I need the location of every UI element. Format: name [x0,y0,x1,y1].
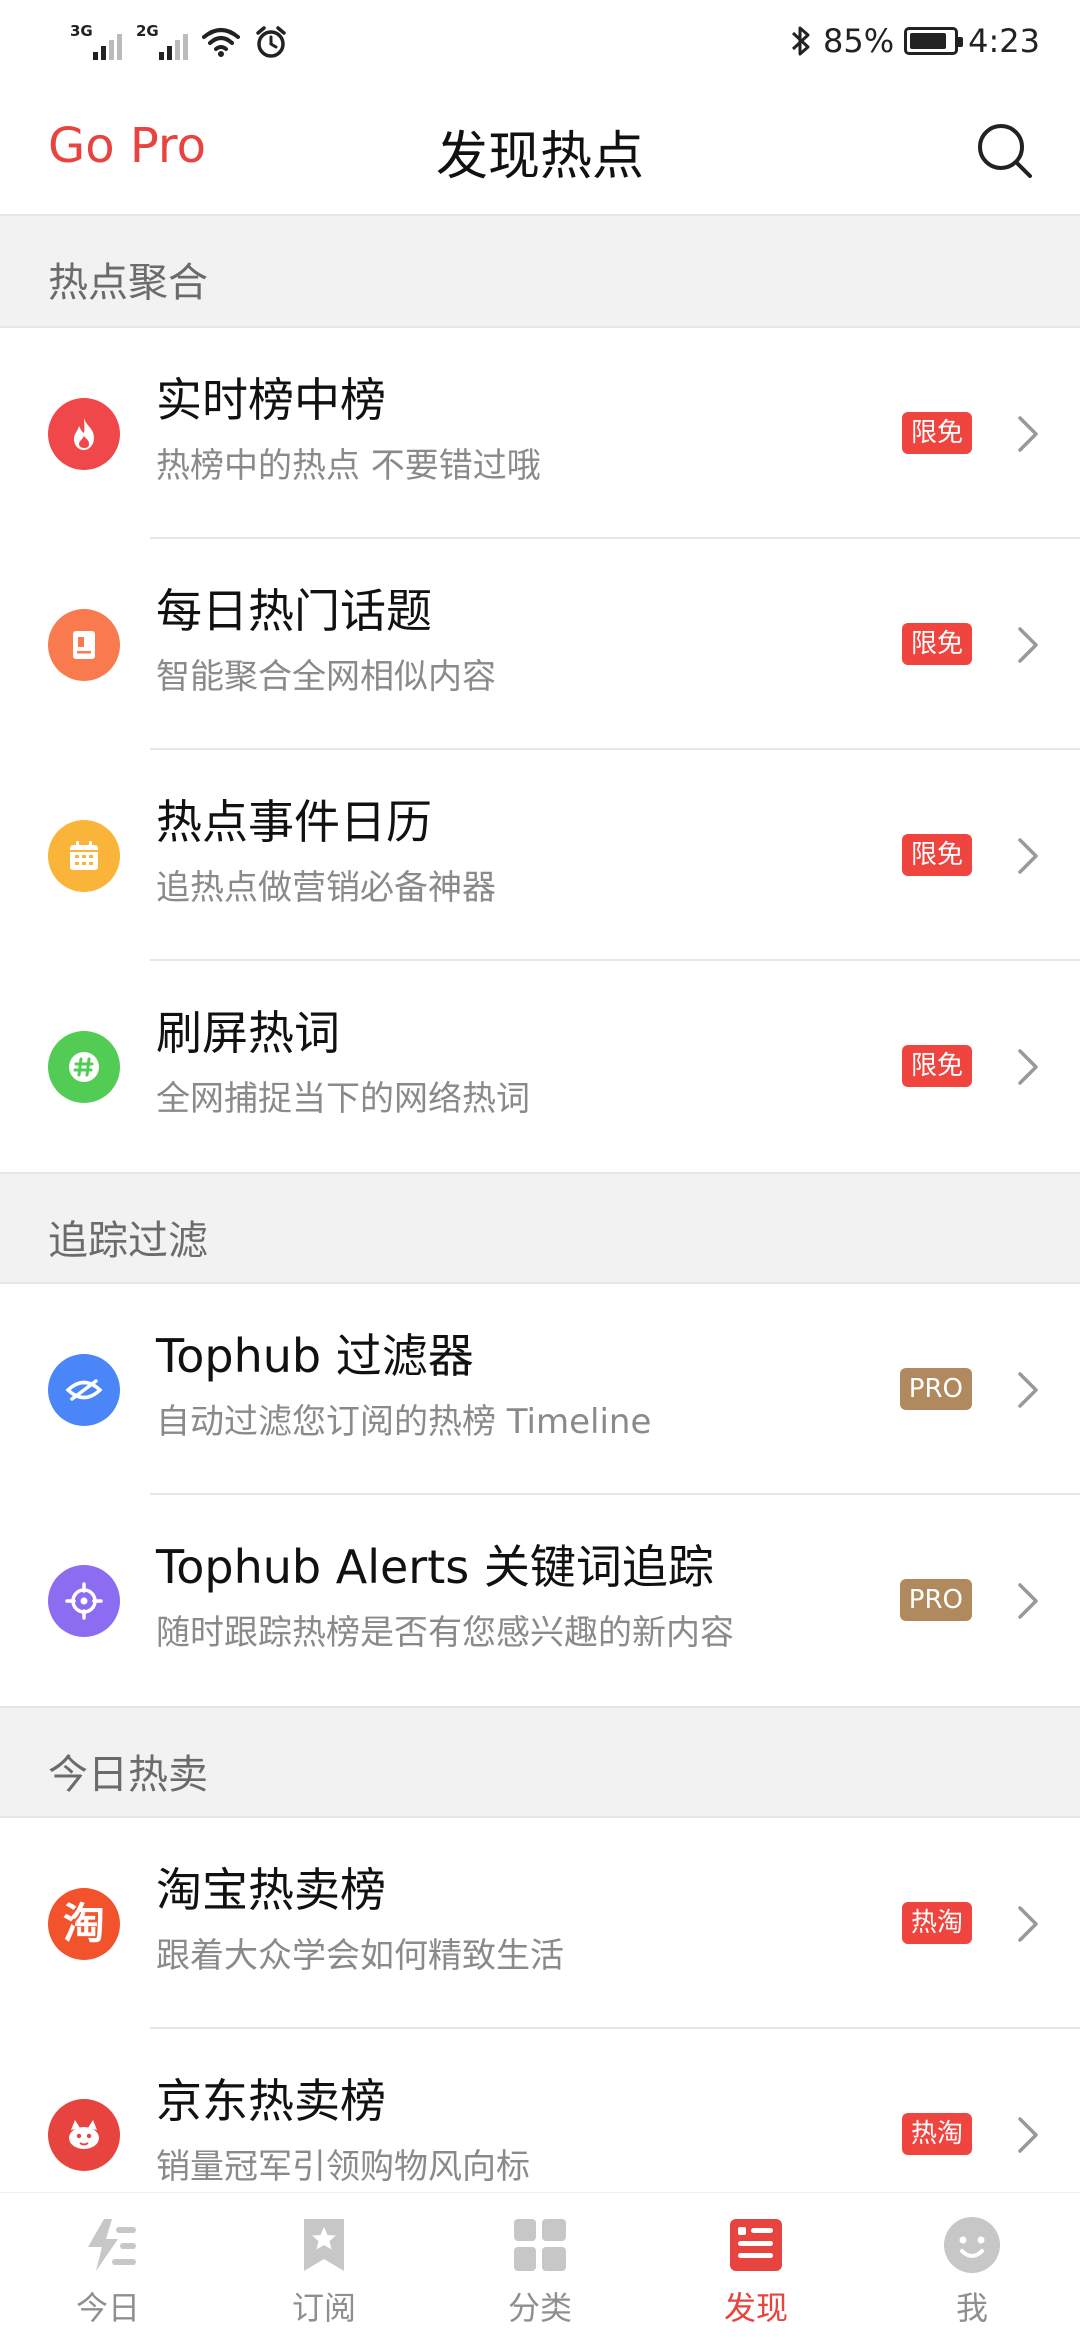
alarm-icon [256,26,286,58]
star-bookmark-icon [304,2219,344,2271]
hashtag-icon [48,1031,120,1103]
pro-badge: PRO [899,1368,972,1410]
item-subtitle: 全网捕捉当下的网络热词 [156,1079,530,1119]
chevron-right-icon [1018,2117,1038,2153]
chevron-right-icon [1018,416,1038,452]
item-title: 刷屏热词 [156,1006,340,1060]
search-icon[interactable] [970,116,1040,186]
item-title: Tophub Alerts 关键词追踪 [156,1540,714,1594]
section-title: 追踪过滤 [48,1218,208,1264]
free-badge: 限免 [901,412,972,454]
tab-me[interactable]: 我 [864,2193,1080,2340]
flame-icon [48,398,120,470]
section-title: 热点聚合 [48,260,208,306]
eye-off-icon [48,1354,120,1426]
cellular-3g-icon: 3G [70,22,122,62]
list-item-jd-hot[interactable]: 京东热卖榜 销量冠军引领购物风向标 热淘 [0,2029,1080,2192]
section-title: 今日热卖 [48,1752,208,1798]
status-bar: 3G 2G 85% 4:23 [0,0,1080,88]
tab-label: 我 [955,2289,988,2327]
today-icon [88,2219,136,2271]
chevron-right-icon [1018,1583,1038,1619]
item-subtitle: 随时跟踪热榜是否有您感兴趣的新内容 [156,1613,734,1653]
taobao-icon: 淘 [48,1888,120,1960]
item-title: 实时榜中榜 [156,373,386,427]
list-item-realtime-chart[interactable]: 实时榜中榜 热榜中的热点 不要错过哦 限免 [0,328,1080,539]
tab-label: 订阅 [291,2289,356,2327]
list-item-daily-topics[interactable]: 每日热门话题 智能聚合全网相似内容 限免 [0,539,1080,750]
hot-badge: 热淘 [901,1902,972,1944]
chevron-right-icon [1018,627,1038,663]
list-item-taobao-hot[interactable]: 淘 淘宝热卖榜 跟着大众学会如何精致生活 热淘 [0,1818,1080,2029]
chevron-right-icon [1018,1049,1038,1085]
hot-badge: 热淘 [901,2113,972,2155]
cellular-2g-icon: 2G [136,22,188,62]
pro-badge: PRO [899,1579,972,1621]
item-title: 每日热门话题 [156,584,432,638]
item-title: 淘宝热卖榜 [156,1863,386,1917]
tab-discover[interactable]: 发现 [648,2193,864,2340]
smile-avatar-icon [944,2217,1000,2273]
target-icon [48,1565,120,1637]
section-header-hot-aggregation: 热点聚合 [0,216,1080,328]
item-title: 热点事件日历 [156,795,432,849]
free-badge: 限免 [901,623,972,665]
chevron-right-icon [1018,838,1038,874]
free-badge: 限免 [901,1045,972,1087]
item-subtitle: 追热点做营销必备神器 [156,868,496,908]
taobao-glyph: 淘 [62,1899,105,1948]
jd-dog-icon [48,2099,120,2171]
tab-label: 今日 [75,2289,140,2327]
network-type-1: 3G [70,22,93,40]
app-header: Go Pro 发现热点 [0,88,1080,216]
item-title: Tophub 过滤器 [156,1329,474,1383]
item-subtitle: 跟着大众学会如何精致生活 [156,1936,564,1976]
free-badge: 限免 [901,834,972,876]
list-item-tophub-alerts[interactable]: Tophub Alerts 关键词追踪 随时跟踪热榜是否有您感兴趣的新内容 PR… [0,1495,1080,1706]
tab-subscribe[interactable]: 订阅 [216,2193,432,2340]
section-header-hot-sales: 今日热卖 [0,1706,1080,1818]
item-subtitle: 自动过滤您订阅的热榜 Timeline [156,1402,652,1442]
battery-percent: 85% [823,22,895,60]
item-subtitle: 智能聚合全网相似内容 [156,657,496,697]
item-subtitle: 热榜中的热点 不要错过哦 [156,446,541,486]
bookmark-doc-icon [48,609,120,681]
bottom-tab-bar: 今日 订阅 分类 发现 我 [0,2192,1080,2340]
list-item-tophub-filter[interactable]: Tophub 过滤器 自动过滤您订阅的热榜 Timeline PRO [0,1284,1080,1495]
wifi-icon [202,28,240,57]
calendar-icon [48,820,120,892]
item-subtitle: 销量冠军引领购物风向标 [156,2147,530,2187]
discover-icon [730,2219,782,2271]
chevron-right-icon [1018,1372,1038,1408]
tab-label: 发现 [723,2289,788,2327]
chevron-right-icon [1018,1906,1038,1942]
tab-label: 分类 [507,2289,572,2327]
item-title: 京东热卖榜 [156,2074,386,2128]
list-item-event-calendar[interactable]: 热点事件日历 追热点做营销必备神器 限免 [0,750,1080,961]
list-item-trending-words[interactable]: 刷屏热词 全网捕捉当下的网络热词 限免 [0,961,1080,1172]
clock-time: 4:23 [968,22,1040,60]
grid-icon [514,2219,566,2271]
tab-category[interactable]: 分类 [432,2193,648,2340]
network-type-2: 2G [136,22,159,40]
page-title: 发现热点 [435,127,644,187]
section-header-tracking-filter: 追踪过滤 [0,1172,1080,1284]
bluetooth-icon [791,26,810,56]
tab-today[interactable]: 今日 [0,2193,216,2340]
battery-icon [904,27,964,55]
